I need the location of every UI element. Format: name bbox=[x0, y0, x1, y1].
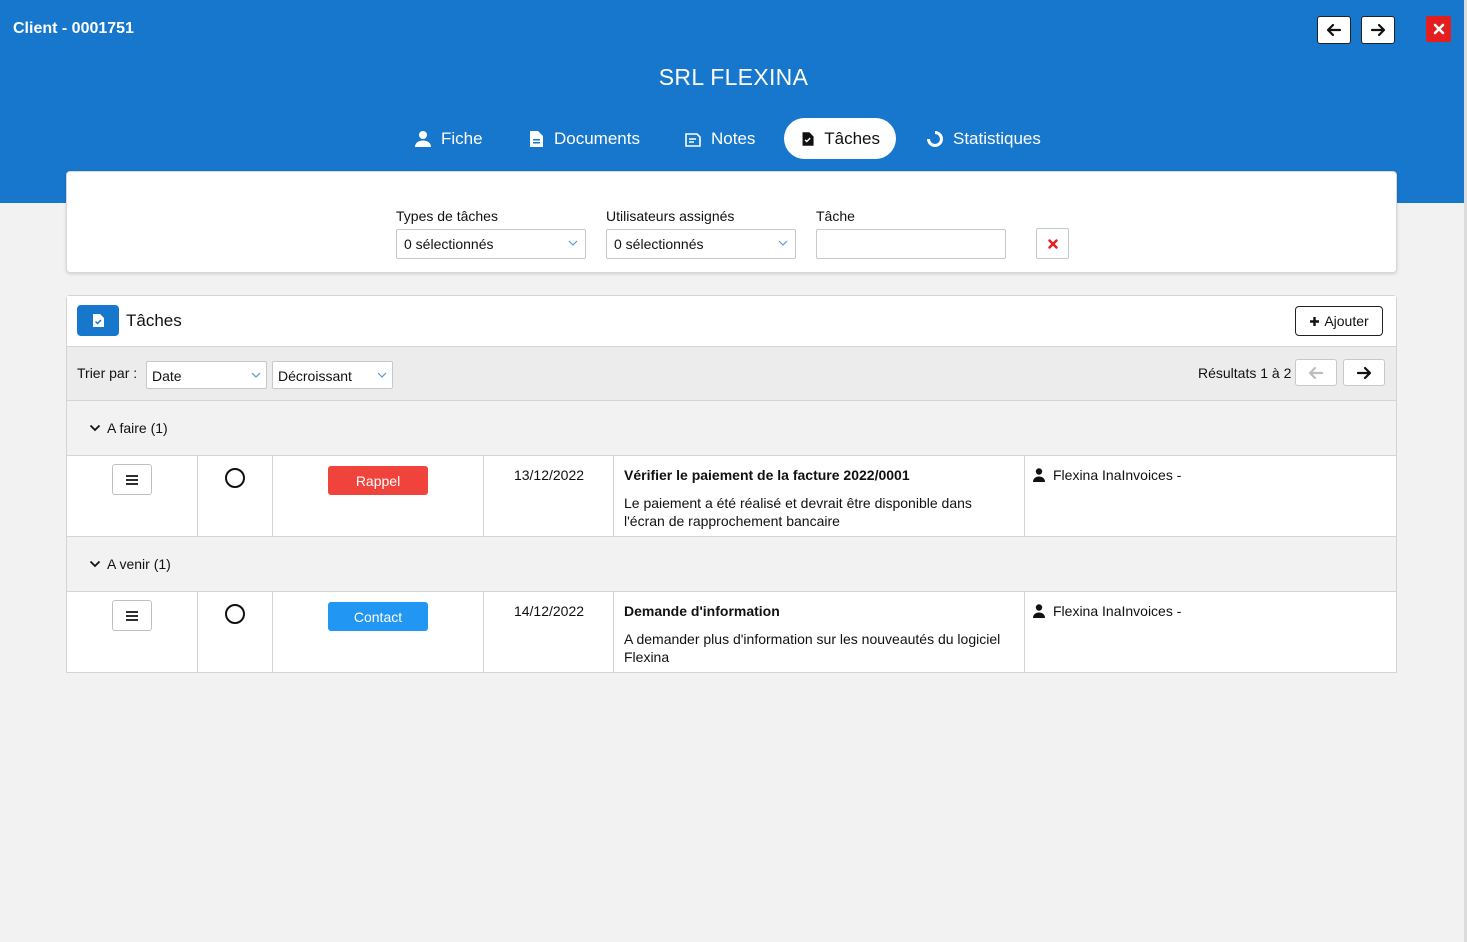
task-date: 13/12/2022 bbox=[513, 467, 585, 483]
sort-order-select[interactable]: Décroissant bbox=[272, 361, 393, 389]
close-icon bbox=[1047, 238, 1058, 249]
task-type-badge: Contact bbox=[328, 602, 428, 631]
row-user-cell: Flexina InaInvoices - bbox=[1025, 456, 1396, 536]
tab-notes[interactable]: Notes bbox=[668, 118, 771, 159]
group-label: A venir (1) bbox=[107, 556, 171, 572]
menu-icon bbox=[126, 474, 138, 485]
task-date: 14/12/2022 bbox=[513, 603, 585, 619]
row-status-cell bbox=[198, 456, 273, 536]
previous-page-button[interactable] bbox=[1295, 359, 1337, 386]
group-label: A faire (1) bbox=[107, 420, 168, 436]
task-types-value: 0 sélectionnés bbox=[404, 236, 494, 252]
task-title: Demande d'information bbox=[624, 603, 780, 619]
table-row: Contact 14/12/2022 Demande d'information… bbox=[67, 592, 1396, 673]
task-description: Le paiement a été réalisé et devrait êtr… bbox=[624, 495, 972, 529]
sort-field-select[interactable]: Date bbox=[146, 361, 267, 389]
task-types-select[interactable]: 0 sélectionnés bbox=[396, 229, 586, 259]
filter-card: Types de tâches 0 sélectionnés Utilisate… bbox=[66, 171, 1397, 273]
task-icon bbox=[802, 131, 814, 146]
menu-icon bbox=[126, 610, 138, 621]
close-icon bbox=[1433, 23, 1444, 35]
stats-icon bbox=[927, 130, 943, 147]
row-menu-button[interactable] bbox=[112, 464, 152, 495]
arrow-right-icon bbox=[1356, 366, 1372, 379]
panel-header: Tâches Ajouter bbox=[67, 296, 1396, 346]
chevron-down-icon bbox=[568, 240, 578, 246]
task-description: A demander plus d'information sur les no… bbox=[624, 631, 1001, 665]
chevron-down-icon bbox=[778, 240, 788, 246]
sort-field-value: Date bbox=[152, 368, 182, 384]
row-menu-button[interactable] bbox=[112, 600, 152, 631]
task-icon bbox=[92, 314, 104, 327]
plus-icon bbox=[1310, 316, 1320, 326]
company-name: SRL FLEXINA bbox=[658, 64, 809, 90]
row-date-cell: 13/12/2022 bbox=[484, 456, 614, 536]
assigned-user-name: Flexina InaInvoices - bbox=[1053, 603, 1182, 619]
task-title: Vérifier le paiement de la facture 2022/… bbox=[624, 467, 910, 483]
tab-label: Notes bbox=[711, 128, 756, 148]
task-types-label: Types de tâches bbox=[396, 208, 498, 224]
chevron-down-icon bbox=[377, 372, 387, 378]
tab-statistiques[interactable]: Statistiques bbox=[910, 118, 1057, 159]
assigned-user: Flexina InaInvoices - bbox=[1033, 467, 1181, 483]
row-status-cell bbox=[198, 592, 273, 672]
next-page-button[interactable] bbox=[1343, 359, 1385, 386]
row-type-cell: Rappel bbox=[273, 456, 484, 536]
tasks-panel: Tâches Ajouter Trier par : Date Décroiss… bbox=[66, 295, 1397, 673]
assigned-user: Flexina InaInvoices - bbox=[1033, 603, 1181, 619]
tab-documents[interactable]: Documents bbox=[511, 118, 656, 159]
arrow-left-icon bbox=[1326, 23, 1342, 37]
chevron-down-icon bbox=[89, 560, 101, 568]
chevron-down-icon bbox=[89, 424, 101, 432]
results-count: Résultats 1 à 2 bbox=[1198, 365, 1292, 381]
tab-label: Statistiques bbox=[953, 128, 1041, 148]
row-type-cell: Contact bbox=[273, 592, 484, 672]
add-task-label: Ajouter bbox=[1324, 313, 1369, 329]
tab-label: Documents bbox=[554, 128, 640, 148]
task-search-input[interactable] bbox=[816, 229, 1006, 259]
next-record-button[interactable] bbox=[1361, 16, 1395, 44]
tab-fiche[interactable]: Fiche bbox=[398, 118, 499, 159]
task-type-badge: Rappel bbox=[328, 466, 428, 495]
clear-filters-button[interactable] bbox=[1036, 228, 1069, 259]
sort-bar: Trier par : Date Décroissant Résultats 1… bbox=[67, 346, 1396, 401]
chevron-down-icon bbox=[251, 372, 261, 378]
row-date-cell: 14/12/2022 bbox=[484, 592, 614, 672]
document-icon bbox=[530, 130, 543, 147]
add-task-button[interactable]: Ajouter bbox=[1295, 306, 1383, 336]
assigned-users-label: Utilisateurs assignés bbox=[606, 208, 735, 224]
user-icon bbox=[1033, 468, 1045, 482]
tab-label: Fiche bbox=[441, 128, 483, 148]
row-user-cell: Flexina InaInvoices - bbox=[1025, 592, 1396, 672]
assigned-users-select[interactable]: 0 sélectionnés bbox=[606, 229, 796, 259]
panel-title: Tâches bbox=[126, 311, 182, 330]
tab-taches[interactable]: Tâches bbox=[784, 118, 896, 159]
panel-icon bbox=[77, 305, 119, 336]
sort-label: Trier par : bbox=[77, 365, 138, 381]
group-header-a-faire[interactable]: A faire (1) bbox=[67, 401, 1396, 456]
complete-task-radio[interactable] bbox=[225, 604, 245, 624]
group-header-a-venir[interactable]: A venir (1) bbox=[67, 537, 1396, 592]
row-task-cell: Vérifier le paiement de la facture 2022/… bbox=[614, 456, 1025, 536]
arrow-right-icon bbox=[1370, 23, 1386, 37]
arrow-left-icon bbox=[1308, 366, 1324, 379]
tab-label: Tâches bbox=[824, 128, 880, 148]
assigned-user-name: Flexina InaInvoices - bbox=[1053, 467, 1182, 483]
user-icon bbox=[1033, 604, 1045, 618]
notes-icon bbox=[685, 132, 701, 147]
task-search-label: Tâche bbox=[816, 208, 855, 224]
complete-task-radio[interactable] bbox=[225, 468, 245, 488]
row-menu-cell bbox=[67, 592, 198, 672]
table-row: Rappel 13/12/2022 Vérifier le paiement d… bbox=[67, 456, 1396, 537]
user-icon bbox=[415, 130, 431, 147]
window-title: Client - 0001751 bbox=[13, 20, 134, 37]
tab-bar: Fiche Documents Notes Tâches Statistique… bbox=[0, 118, 1467, 160]
sort-order-value: Décroissant bbox=[278, 368, 352, 384]
row-menu-cell bbox=[67, 456, 198, 536]
assigned-users-value: 0 sélectionnés bbox=[614, 236, 704, 252]
row-task-cell: Demande d'information A demander plus d'… bbox=[614, 592, 1025, 672]
close-window-button[interactable] bbox=[1426, 16, 1451, 42]
previous-record-button[interactable] bbox=[1317, 16, 1351, 44]
